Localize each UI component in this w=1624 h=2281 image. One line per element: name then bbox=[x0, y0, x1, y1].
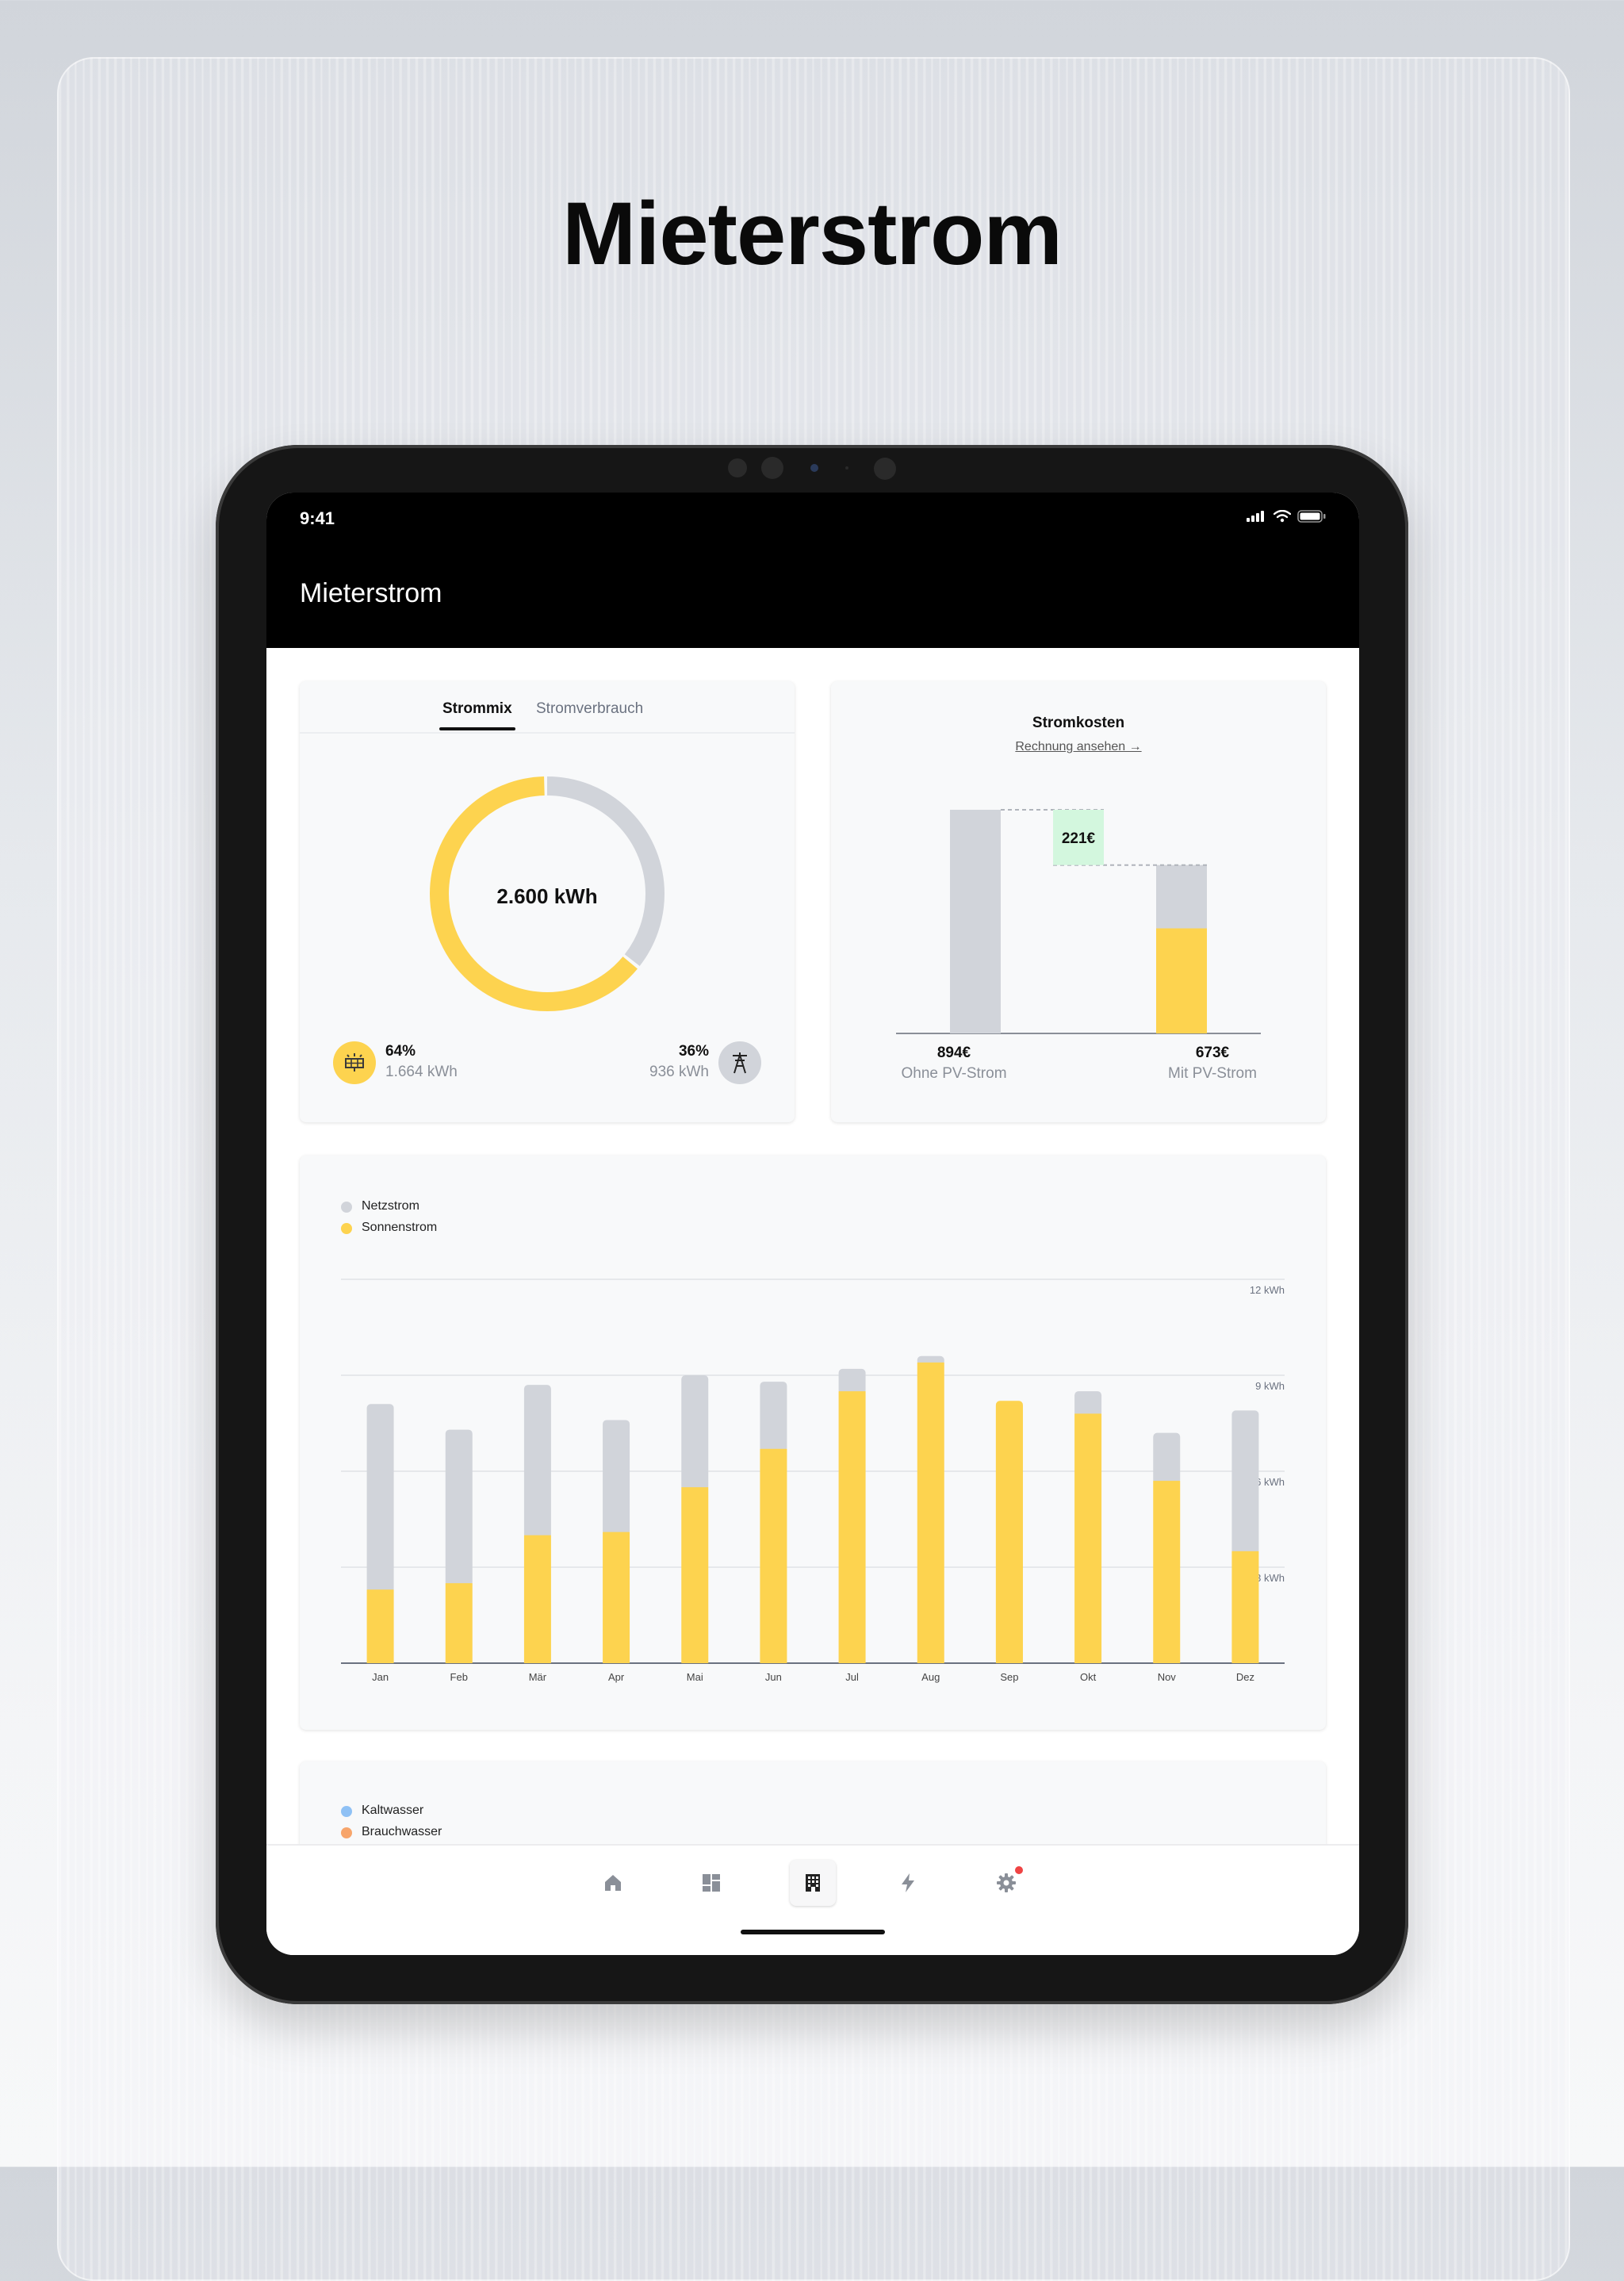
bar-sonnenstrom bbox=[603, 1532, 630, 1663]
monthly-chart-card: Netzstrom Sonnenstrom 3 kWh 6 kWh 9 kWh 12 … bbox=[300, 1156, 1326, 1730]
main-content: Strommix Stromverbrauch 2.600 kWh 64% 1.… bbox=[266, 648, 1359, 1920]
status-time: 9:41 bbox=[300, 508, 335, 528]
camera-icon bbox=[810, 464, 818, 472]
power-tower-icon bbox=[718, 1041, 761, 1084]
sensor-icon bbox=[728, 458, 747, 477]
stromkosten-card: Stromkosten Rechnung ansehen → 221€ 894€… bbox=[831, 681, 1326, 1122]
sensor-icon bbox=[874, 458, 896, 480]
bar-sonnenstrom bbox=[366, 1589, 394, 1663]
legend-dot-brauchwasser bbox=[341, 1827, 352, 1838]
strommix-card: Strommix Stromverbrauch 2.600 kWh 64% 1.… bbox=[300, 681, 795, 1122]
cost-with-label: Mit PV-Strom bbox=[1168, 1065, 1257, 1082]
x-tick-label: Mär bbox=[529, 1671, 547, 1683]
wifi-icon bbox=[1274, 510, 1291, 523]
nav-home[interactable] bbox=[590, 1860, 636, 1906]
bar-sonnenstrom-fill bbox=[995, 1405, 1023, 1663]
header: 9:41 Mieterstrom bbox=[266, 493, 1359, 648]
x-tick-label: Sep bbox=[1000, 1671, 1018, 1683]
bar-sonnenstrom bbox=[1074, 1413, 1102, 1663]
bar-netzstrom bbox=[603, 1420, 630, 1535]
legend-brauchwasser: Brauchwasser bbox=[362, 1825, 442, 1838]
cellular-signal-icon bbox=[1247, 511, 1264, 522]
solar-percent: 64% bbox=[385, 1043, 416, 1060]
x-tick-label: Jun bbox=[765, 1671, 782, 1683]
bar-ohne-pv bbox=[950, 810, 1001, 1033]
bar-netzstrom bbox=[760, 1382, 787, 1452]
x-tick-label: Dez bbox=[1236, 1671, 1254, 1683]
home-icon bbox=[605, 1875, 621, 1891]
bar-sonnenstrom bbox=[760, 1448, 787, 1663]
nav-title: Mieterstrom bbox=[300, 578, 442, 608]
bar-sonnenstrom bbox=[523, 1535, 551, 1663]
y-tick-label: 3 kWh bbox=[1255, 1572, 1285, 1584]
bar-mit-pv-grid bbox=[1156, 864, 1207, 929]
cost-without-label: Ohne PV-Strom bbox=[901, 1065, 1007, 1082]
monthly-stacked-bar-chart: 3 kWh 6 kWh 9 kWh 12 kWh Jan Feb Mär Apr Mai Jun J… bbox=[341, 1279, 1285, 1683]
sensor-icon bbox=[845, 466, 848, 470]
solar-amount: 1.664 kWh bbox=[385, 1064, 458, 1080]
x-tick-label: Jul bbox=[845, 1671, 859, 1683]
bar-netzstrom bbox=[1074, 1391, 1102, 1417]
x-tick-label: Aug bbox=[921, 1671, 940, 1683]
battery-icon bbox=[1297, 510, 1326, 523]
nav-settings[interactable] bbox=[983, 1860, 1029, 1906]
legend-kaltwasser: Kaltwasser bbox=[362, 1804, 424, 1817]
legend-dot-kaltwasser bbox=[341, 1806, 352, 1817]
x-tick-label: Feb bbox=[450, 1671, 468, 1683]
cost-with-value: 673€ bbox=[1195, 1045, 1230, 1061]
bar-sonnenstrom bbox=[917, 1362, 944, 1663]
bar-netzstrom bbox=[838, 1368, 866, 1395]
nav-dashboard[interactable] bbox=[688, 1860, 734, 1906]
grid-percent: 36% bbox=[678, 1043, 709, 1060]
x-tick-label: Mai bbox=[687, 1671, 703, 1683]
bar-sonnenstrom bbox=[1153, 1481, 1181, 1663]
bar-netzstrom bbox=[681, 1375, 709, 1491]
dashboard-icon bbox=[703, 1874, 720, 1892]
x-tick-label: Jan bbox=[372, 1671, 389, 1683]
app-screen: 9:41 Mieterstrom Strommix Stromverbrauch… bbox=[266, 493, 1359, 1955]
bar-netzstrom bbox=[366, 1404, 394, 1593]
home-indicator bbox=[741, 1930, 885, 1934]
bar-netzstrom bbox=[523, 1385, 551, 1539]
bar-sonnenstrom bbox=[1231, 1551, 1259, 1663]
bar-mit-pv-solar bbox=[1156, 928, 1207, 1033]
y-tick-label: 6 kWh bbox=[1255, 1476, 1285, 1488]
grid-amount: 936 kWh bbox=[649, 1064, 709, 1080]
donut-total: 2.600 kWh bbox=[496, 884, 598, 908]
tablet-frame: 9:41 Mieterstrom Strommix Stromverbrauch… bbox=[216, 445, 1408, 2004]
savings-value: 221€ bbox=[1062, 830, 1096, 847]
settings-icon bbox=[997, 1873, 1016, 1892]
building-icon bbox=[806, 1874, 820, 1892]
x-tick-label: Apr bbox=[608, 1671, 625, 1683]
bar-netzstrom bbox=[1153, 1432, 1181, 1485]
cost-without-value: 894€ bbox=[936, 1045, 971, 1061]
status-icons bbox=[1247, 510, 1326, 523]
nav-energy[interactable] bbox=[885, 1860, 931, 1906]
bar-netzstrom bbox=[445, 1429, 473, 1587]
solar-panel-icon bbox=[333, 1041, 376, 1084]
bar-sonnenstrom bbox=[445, 1583, 473, 1663]
tab-bar-bottom bbox=[266, 1844, 1359, 1955]
nav-building[interactable] bbox=[790, 1860, 836, 1906]
bar-sonnenstrom bbox=[681, 1487, 709, 1663]
bar-netzstrom bbox=[1231, 1410, 1259, 1555]
y-tick-label: 12 kWh bbox=[1250, 1284, 1285, 1296]
sensor-icon bbox=[761, 457, 783, 479]
notification-badge bbox=[1013, 1865, 1025, 1876]
y-tick-label: 9 kWh bbox=[1255, 1380, 1285, 1392]
cost-comparison-chart: 221€ bbox=[896, 809, 1261, 1034]
x-tick-label: Okt bbox=[1080, 1671, 1097, 1683]
bolt-icon bbox=[902, 1873, 914, 1892]
x-tick-label: Nov bbox=[1158, 1671, 1177, 1683]
bar-sonnenstrom bbox=[838, 1391, 866, 1663]
page-headline: Mieterstrom bbox=[561, 184, 1063, 283]
